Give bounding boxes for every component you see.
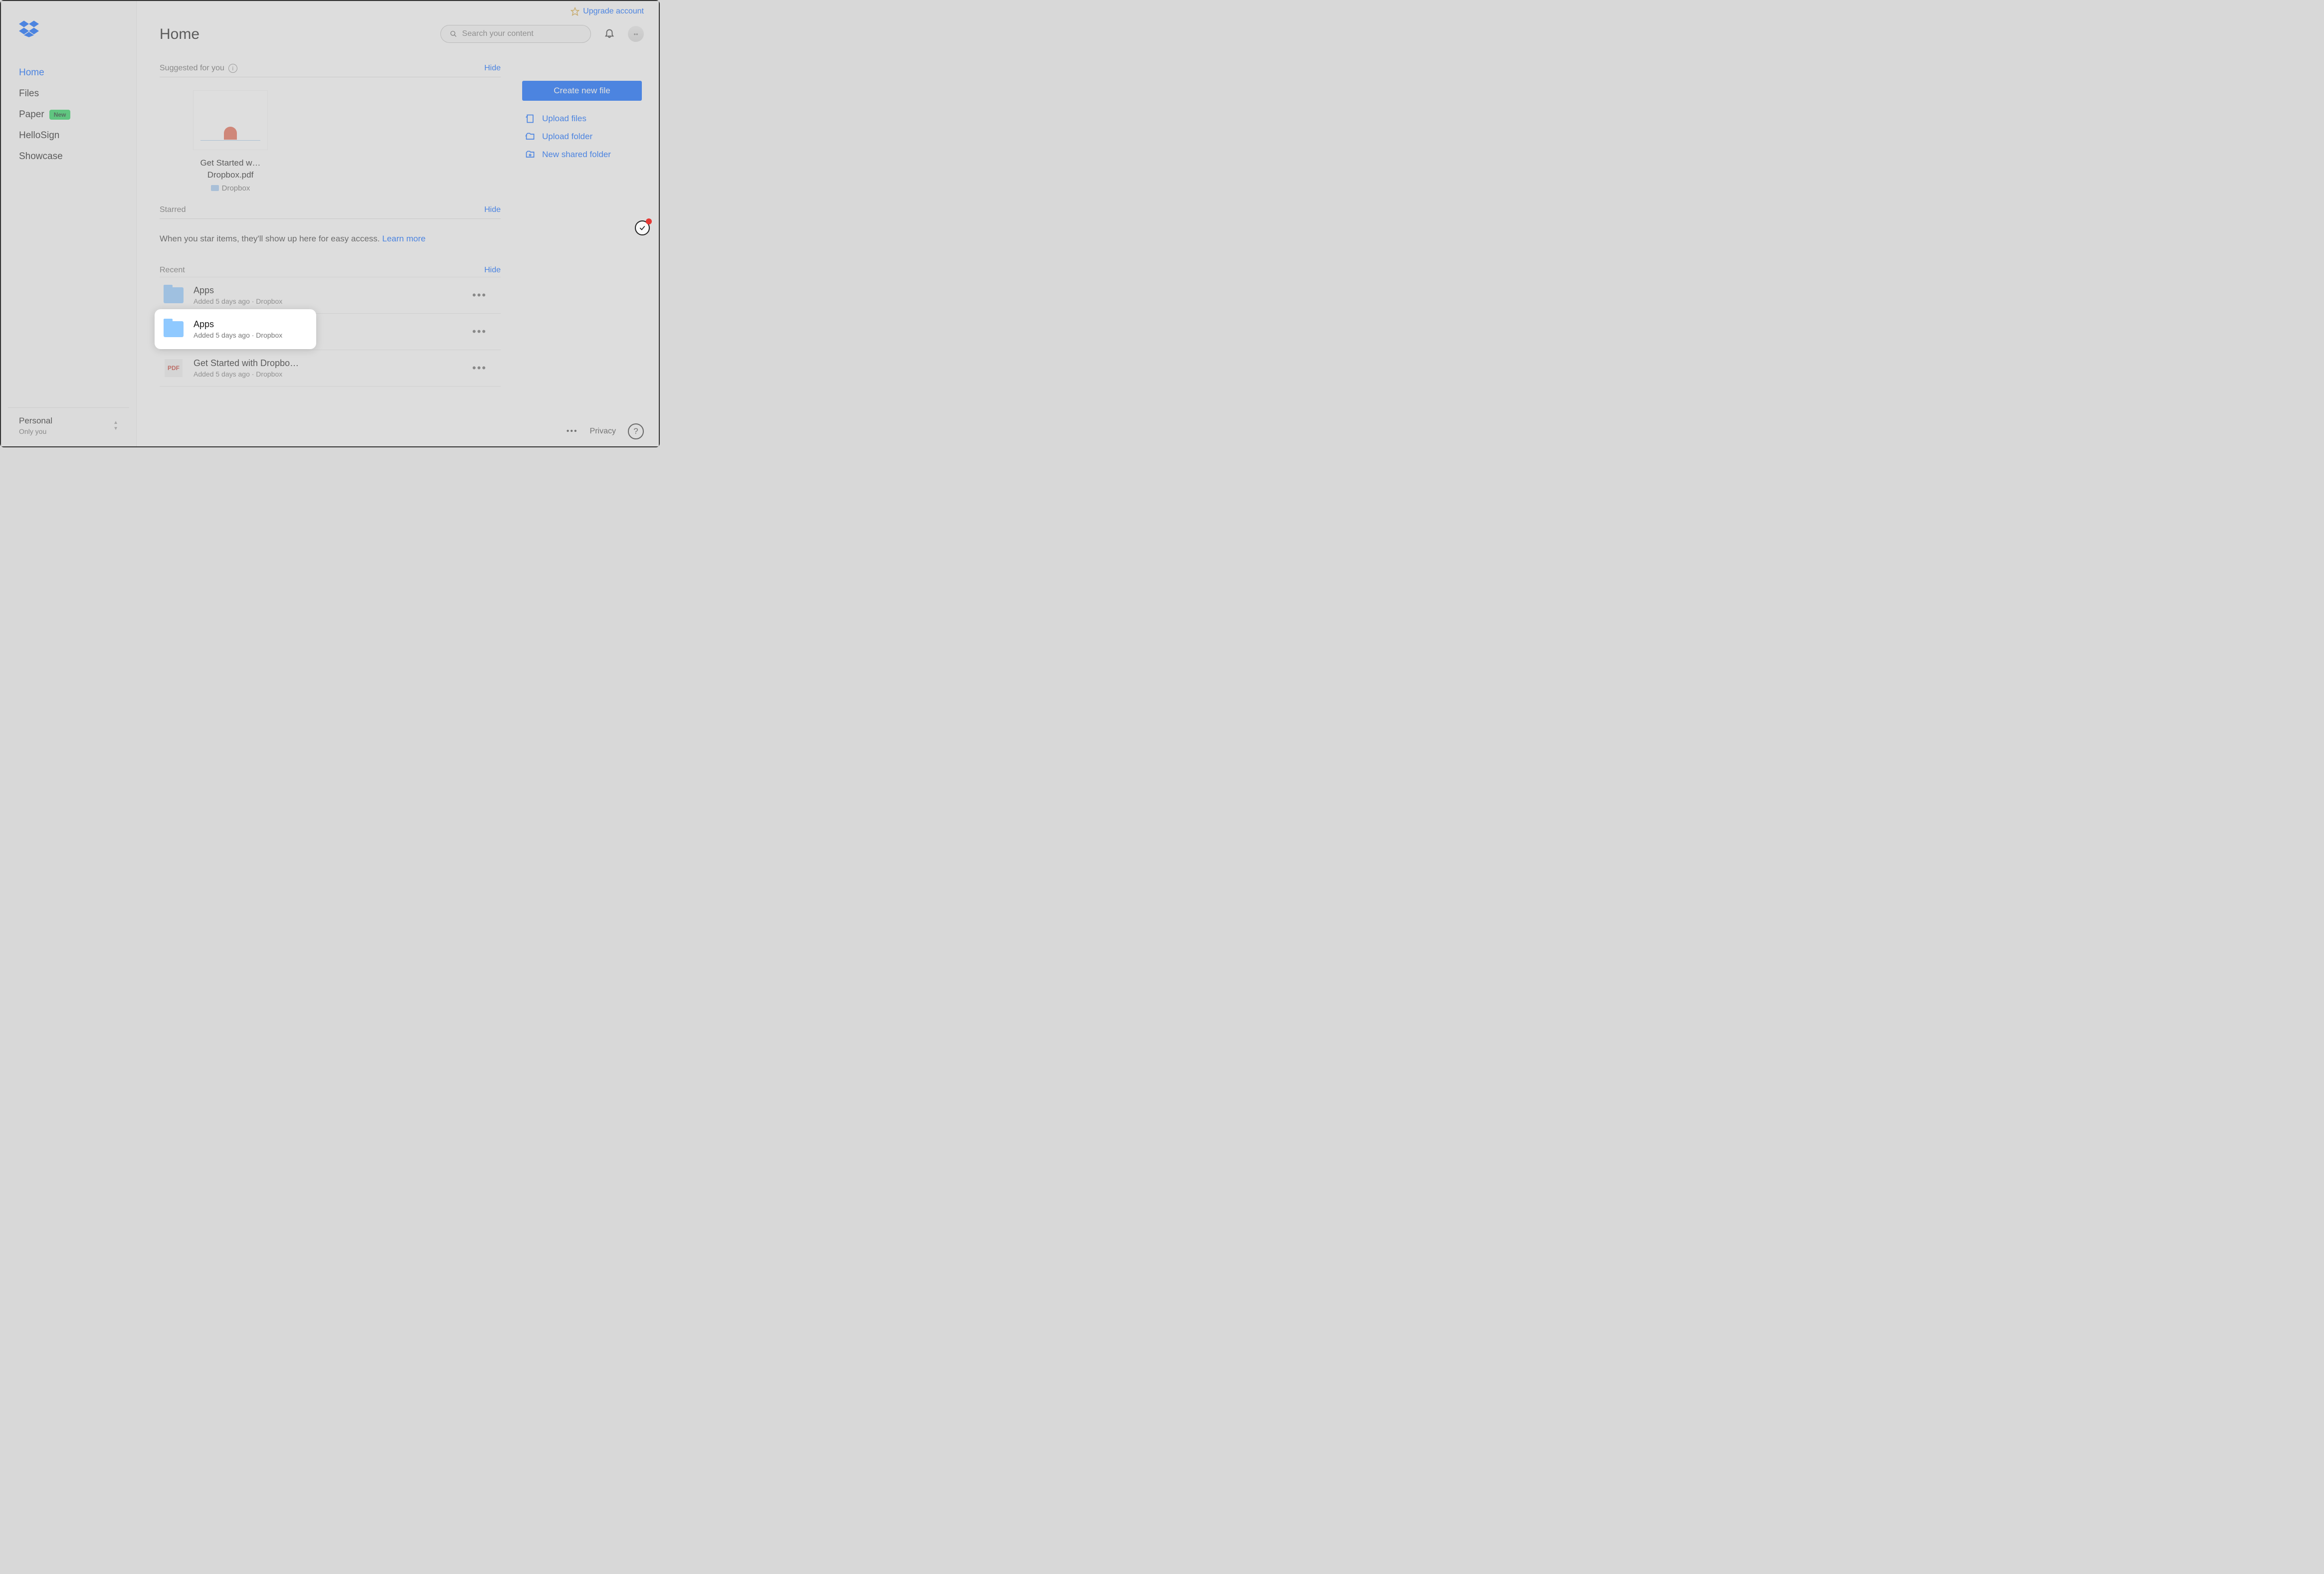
sidebar-item-label: Showcase [19,151,63,162]
highlighted-recent-item[interactable]: Apps Added 5 days ago · Dropbox [155,309,316,349]
section-label: Suggested for you [160,64,224,73]
notifications-button[interactable] [604,27,615,41]
sidebar-nav: Home Files Paper New HelloSign Showcase [1,62,136,407]
more-actions-button[interactable]: ••• [472,289,497,302]
sidebar: Home Files Paper New HelloSign Showcase P… [1,1,137,446]
avatar[interactable]: •• [628,26,644,42]
file-thumbnail [193,90,268,150]
check-icon [639,224,646,231]
account-switcher[interactable]: Personal Only you ▲▼ [8,407,129,446]
hide-suggested-link[interactable]: Hide [484,64,501,73]
sidebar-item-home[interactable]: Home [1,62,136,83]
sidebar-item-label: Home [19,67,44,78]
action-label: Upload folder [542,132,592,142]
recent-item-meta: Added 5 days ago · Dropbox [194,370,299,378]
sync-status-badge[interactable] [635,220,650,235]
sidebar-item-label: Files [19,88,39,99]
recent-item[interactable]: AppsAdded 5 days ago · Dropbox ••• [160,277,501,314]
sidebar-item-files[interactable]: Files [1,83,136,104]
starred-section-header: Starred Hide [160,205,501,219]
create-new-file-button[interactable]: Create new file [522,81,642,101]
info-icon[interactable]: i [228,64,237,73]
bell-icon [604,27,615,38]
sidebar-item-hellosign[interactable]: HelloSign [1,125,136,146]
folder-icon [164,287,184,303]
search-icon [450,30,457,38]
search-box[interactable] [440,25,591,43]
sidebar-item-showcase[interactable]: Showcase [1,146,136,167]
shared-folder-icon [525,150,535,160]
folder-icon [164,321,184,337]
upgrade-account-link[interactable]: Upgrade account [571,7,644,16]
section-label: Starred [160,205,186,214]
suggested-file-card[interactable]: Get Started w… Dropbox.pdf Dropbox [183,90,278,193]
star-icon [571,7,580,16]
more-menu-button[interactable]: ••• [567,427,578,436]
search-input[interactable] [462,29,581,38]
more-actions-button[interactable]: ••• [472,362,497,375]
recent-item-meta: Added 5 days ago · Dropbox [194,331,282,339]
right-actions-panel: Create new file Upload files Upload fold… [522,81,642,164]
notification-dot [646,218,652,224]
recent-item-name: Apps [194,319,282,330]
more-actions-button[interactable]: ••• [472,325,497,338]
hide-recent-link[interactable]: Hide [484,266,501,275]
file-title-line: Dropbox.pdf [207,170,254,180]
new-shared-folder-link[interactable]: New shared folder [522,146,642,164]
privacy-link[interactable]: Privacy [590,427,616,436]
account-subtitle: Only you [19,427,52,435]
upload-files-link[interactable]: Upload files [522,110,642,128]
hide-starred-link[interactable]: Hide [484,205,501,214]
upload-folder-link[interactable]: Upload folder [522,128,642,146]
pdf-icon: PDF [165,359,183,377]
upload-file-icon [525,114,535,124]
recent-item[interactable]: PDF Get Started with Dropbo…Added 5 days… [160,350,501,387]
recent-item-name: Get Started with Dropbo… [194,358,299,369]
starred-empty-message: When you star items, they'll show up her… [160,219,501,266]
suggested-section-header: Suggested for you i Hide [160,64,501,77]
starred-msg-text: When you star items, they'll show up her… [160,234,382,243]
action-label: Upload files [542,114,586,124]
recent-section-header: Recent Hide [160,266,501,277]
upload-folder-icon [525,132,535,142]
recent-item-meta: Added 5 days ago · Dropbox [194,297,282,305]
sidebar-item-label: HelloSign [19,130,59,141]
learn-more-link[interactable]: Learn more [382,234,425,243]
sidebar-item-paper[interactable]: Paper New [1,104,136,125]
file-folder-label: Dropbox [222,184,250,193]
dropbox-logo[interactable] [19,20,136,40]
upgrade-label: Upgrade account [583,7,644,16]
updown-icon: ▲▼ [113,416,118,435]
file-title-line: Get Started w… [200,158,261,168]
sidebar-item-label: Paper [19,109,44,120]
help-button[interactable]: ? [628,423,644,439]
action-label: New shared folder [542,150,611,160]
section-label: Recent [160,266,185,275]
recent-item-name: Apps [194,285,282,296]
main-content: Upgrade account •• Home Suggested for yo… [137,1,659,446]
new-badge: New [49,110,71,120]
account-name: Personal [19,416,52,426]
folder-icon [211,185,219,191]
